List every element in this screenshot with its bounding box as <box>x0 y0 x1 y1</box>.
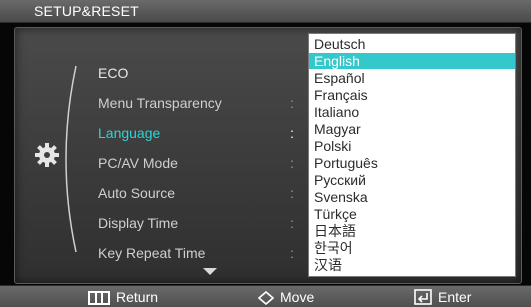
menu-item-display-time[interactable]: Display Time <box>98 208 222 238</box>
language-option[interactable]: Polski <box>309 138 515 154</box>
move-hint[interactable]: Move <box>257 288 315 306</box>
separator: : <box>290 215 294 231</box>
title-bar: SETUP&RESET <box>0 0 531 23</box>
menu-item-menu-transparency[interactable]: Menu Transparency <box>98 88 222 118</box>
separator: : <box>290 125 294 141</box>
language-option[interactable]: 한국어 <box>309 240 515 256</box>
language-option[interactable]: Português <box>309 155 515 171</box>
enter-hint[interactable]: Enter <box>414 288 471 306</box>
language-option[interactable]: Español <box>309 70 515 86</box>
settings-menu: ECO Menu Transparency Language PC/AV Mod… <box>98 58 222 268</box>
page-title: SETUP&RESET <box>34 3 139 19</box>
menu-item-auto-source[interactable]: Auto Source <box>98 178 222 208</box>
return-label: Return <box>116 289 159 305</box>
language-option[interactable]: Svenska <box>309 189 515 205</box>
enter-icon <box>414 289 432 305</box>
menu-item-key-repeat-time[interactable]: Key Repeat Time <box>98 238 222 268</box>
language-option[interactable]: Deutsch <box>309 36 515 52</box>
language-option[interactable]: Türkçe <box>309 206 515 222</box>
gear-icon <box>35 143 59 167</box>
language-option[interactable]: Magyar <box>309 121 515 137</box>
osd-window: SETUP&RESET ECO Menu Transparency Langua… <box>0 0 531 307</box>
enter-label: Enter <box>438 289 472 305</box>
language-option[interactable]: 日本語 <box>309 223 515 239</box>
language-option[interactable]: Français <box>309 87 515 103</box>
separator: : <box>290 155 294 171</box>
up-down-icon <box>257 290 275 306</box>
menu-item-pc-av-mode[interactable]: PC/AV Mode <box>98 148 222 178</box>
language-option[interactable]: 汉语 <box>309 257 515 273</box>
separator: : <box>290 95 294 111</box>
footer-bar: Return Move Enter <box>0 285 531 307</box>
menu-item-language[interactable]: Language <box>98 118 222 148</box>
menu-bars-icon <box>88 291 110 305</box>
language-dropdown[interactable]: Deutsch English Español Français Italian… <box>308 33 516 277</box>
chevron-down-icon[interactable] <box>203 268 217 275</box>
menu-item-eco[interactable]: ECO <box>98 58 222 88</box>
separator-column: : : : : : : <box>290 58 300 268</box>
language-option[interactable]: Italiano <box>309 104 515 120</box>
separator: : <box>290 185 294 201</box>
language-option[interactable]: Русский <box>309 172 515 188</box>
separator <box>290 58 300 88</box>
move-label: Move <box>280 289 315 305</box>
separator: : <box>290 245 294 261</box>
return-hint[interactable]: Return <box>88 288 158 306</box>
language-option-selected[interactable]: English <box>309 53 515 69</box>
wheel-arc <box>65 65 77 253</box>
